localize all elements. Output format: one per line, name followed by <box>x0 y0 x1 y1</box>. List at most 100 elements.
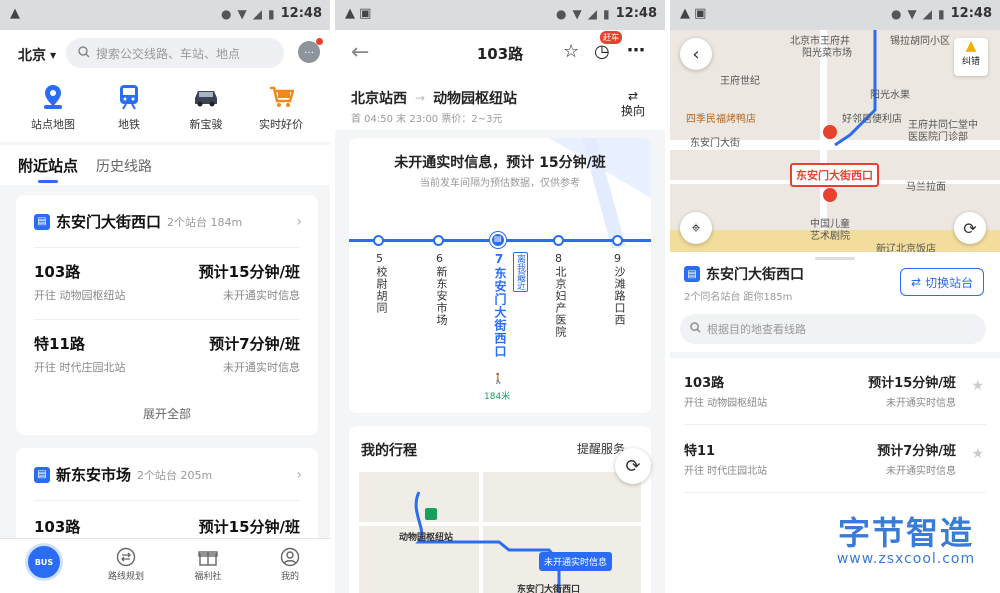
notice-main: 未开通实时信息，预计 15分钟/班 <box>394 155 606 171</box>
star-icon[interactable]: ★ <box>971 378 984 394</box>
route-eta: 预计7分钟/班 <box>877 444 956 459</box>
catch-bus-button[interactable]: ◷ 赶车 <box>594 31 622 62</box>
stop-marker-bus-icon <box>823 188 837 202</box>
stop-header[interactable]: ▤ 新东安市场 2个站台 205m › <box>34 464 302 485</box>
gift-icon <box>178 545 238 569</box>
station-dot[interactable] <box>433 235 444 246</box>
profile-icon <box>260 545 320 569</box>
quick-stop-map[interactable]: 站点地图 <box>18 82 88 132</box>
tab-underline <box>38 180 58 183</box>
nav-bus[interactable]: BUS <box>14 543 74 581</box>
favorite-button[interactable]: ☆ <box>563 41 579 62</box>
nav-label: 福利社 <box>194 572 222 582</box>
stop-map[interactable]: 北京市王府井 阳光菜市场 锡拉胡同小区 王府世纪 阳光水果 四季民福烤鸭店 好邻… <box>670 30 1000 252</box>
reverse-direction-button[interactable]: ⇄ 换向 <box>621 90 645 119</box>
refresh-button[interactable]: ⟳ <box>954 212 986 244</box>
station-item[interactable]: 5 校尉胡同 <box>373 252 388 314</box>
route-line-card: 未开通实时信息，预计 15分钟/班 当前发车间隔为预估数据，仅供参考 ▤ 5 校… <box>349 138 651 413</box>
nav-welfare[interactable]: 福利社 <box>178 545 238 582</box>
chevron-right-icon: › <box>296 213 302 230</box>
watermark-url: www.zsxcool.com <box>836 551 976 567</box>
clock: 12:48 <box>950 6 992 21</box>
stop-title-row: ▤ 东安门大街西口 <box>684 264 804 284</box>
warning-icon: ▲ ▣ <box>345 6 372 21</box>
route-row[interactable]: 特11 预计7分钟/班 开往 时代庄园北站 未开通实时信息 ★ <box>684 440 984 484</box>
realtime-bubble: 未开通实时信息 <box>539 552 613 571</box>
map-poi: 医医院门诊部 <box>908 132 968 143</box>
nav-profile[interactable]: 我的 <box>260 545 320 582</box>
realtime-status: 未开通实时信息 <box>223 361 300 374</box>
drag-handle[interactable] <box>815 257 855 260</box>
chevron-right-icon: › <box>296 466 302 483</box>
bus-stop-icon: ▤ <box>684 266 700 282</box>
route-row[interactable]: 特11路 预计7分钟/班 开往 时代庄园北站 未开通实时信息 <box>34 333 300 383</box>
location-icon: ● <box>891 6 902 21</box>
locate-button[interactable]: ⌖ <box>680 212 712 244</box>
stop-header[interactable]: ▤ 东安门大街西口 2个站台 184m › <box>34 211 302 232</box>
route-direction: 开往 动物园枢纽站 <box>34 289 126 302</box>
station-name: 东安门大街西口 <box>493 267 507 358</box>
map-poi: 四季民福烤鸭店 <box>686 114 756 125</box>
quick-baojun[interactable]: 新宝骏 <box>171 82 241 132</box>
switch-platform-button[interactable]: ⇄ 切换站台 <box>900 268 985 296</box>
back-button[interactable]: ‹ <box>680 38 712 70</box>
route-endpoints: 北京站西 → 动物园枢纽站 <box>351 88 517 108</box>
expand-all-button[interactable]: 展开全部 <box>16 405 318 422</box>
quick-subway[interactable]: 地铁 <box>94 82 164 132</box>
search-input[interactable]: 搜索公交线路、车站、地点 <box>66 38 284 68</box>
alert-icon: ▲ <box>965 38 977 54</box>
route-name: 特11 <box>684 444 716 459</box>
station-dot[interactable] <box>553 235 564 246</box>
route-row[interactable]: 103路 预计15分钟/班 开往 动物园枢纽站 未开通实时信息 ★ <box>684 372 984 416</box>
stop-map-screen: ▲ ▣ ● ▼ ◢ ▮ 12:48 北京市王府井 阳光菜市场 锡拉胡同小区 王府… <box>670 0 1000 593</box>
station-item[interactable]: 9 沙滩路口西 <box>611 252 626 326</box>
catch-badge: 赶车 <box>600 31 622 44</box>
tab-nearby[interactable]: 附近站点 <box>18 155 78 183</box>
star-icon[interactable]: ★ <box>971 446 984 462</box>
station-number: 8 <box>552 252 565 266</box>
search-icon <box>690 322 701 336</box>
arrow-right-icon: → <box>415 91 426 105</box>
search-placeholder: 根据目的地查看线路 <box>707 323 806 336</box>
tab-history[interactable]: 历史线路 <box>96 156 152 176</box>
trip-map[interactable]: 动物园枢纽站 未开通实时信息 东安门大街西口 <box>359 472 641 593</box>
warning-icon: ▲ <box>10 6 20 21</box>
route-eta: 预计15分钟/班 <box>868 376 956 391</box>
map-poi: 东安门大街 <box>690 138 740 149</box>
reverse-label: 换向 <box>621 104 646 118</box>
route-icon <box>96 545 156 569</box>
station-item-current[interactable]: 7 东安门大街西口 <box>492 252 507 358</box>
stop-name: 新东安市场 <box>56 466 132 484</box>
destination-search-input[interactable]: 根据目的地查看线路 <box>680 314 986 344</box>
stop-name: 东安门大街西口 <box>56 213 162 231</box>
nav-route-plan[interactable]: 路线规划 <box>96 545 156 582</box>
station-dot[interactable] <box>373 235 384 246</box>
message-button[interactable]: … <box>298 38 323 63</box>
station-item[interactable]: 6 新东安市场 <box>433 252 448 326</box>
warning-icon: ▲ ▣ <box>680 6 707 21</box>
tab-label: 历史线路 <box>96 159 152 175</box>
city-selector[interactable]: 北京 ▼ <box>18 45 56 65</box>
map-poi: 艺术剧院 <box>810 231 850 242</box>
correct-button[interactable]: ▲ 纠错 <box>954 38 988 76</box>
more-button[interactable]: ⋯ <box>627 40 645 61</box>
route-eta: 预计15分钟/班 <box>198 518 300 536</box>
location-icon: ● <box>556 6 567 21</box>
refresh-icon: ⟳ <box>625 455 641 477</box>
map-poi: 阳光菜市场 <box>802 48 852 59</box>
tab-label: 附近站点 <box>18 157 79 175</box>
swap-icon: ⇄ <box>911 275 922 289</box>
quick-deals[interactable]: 实时好价 <box>246 82 316 132</box>
station-item[interactable]: 8 北京妇产医院 <box>552 252 567 338</box>
station-number: 7 <box>492 252 506 267</box>
home-screen: ▲ ● ▼ ◢ ▮ 12:48 北京 ▼ 搜索公交线路、车站、地点 … 站点地图… <box>0 0 330 593</box>
current-station-dot[interactable]: ▤ <box>490 232 506 248</box>
refresh-button[interactable]: ⟳ <box>615 448 651 484</box>
signal-icon: ◢ <box>252 6 262 21</box>
route-row[interactable]: 103路 预计15分钟/班 开往 动物园枢纽站 未开通实时信息 <box>34 261 300 311</box>
bus-icon-text: BUS <box>34 557 54 567</box>
status-bar: ▲ ● ▼ ◢ ▮ 12:48 <box>0 0 330 30</box>
station-dot[interactable] <box>612 235 623 246</box>
message-icon: … <box>304 45 314 56</box>
wifi-icon: ▼ <box>237 6 247 21</box>
